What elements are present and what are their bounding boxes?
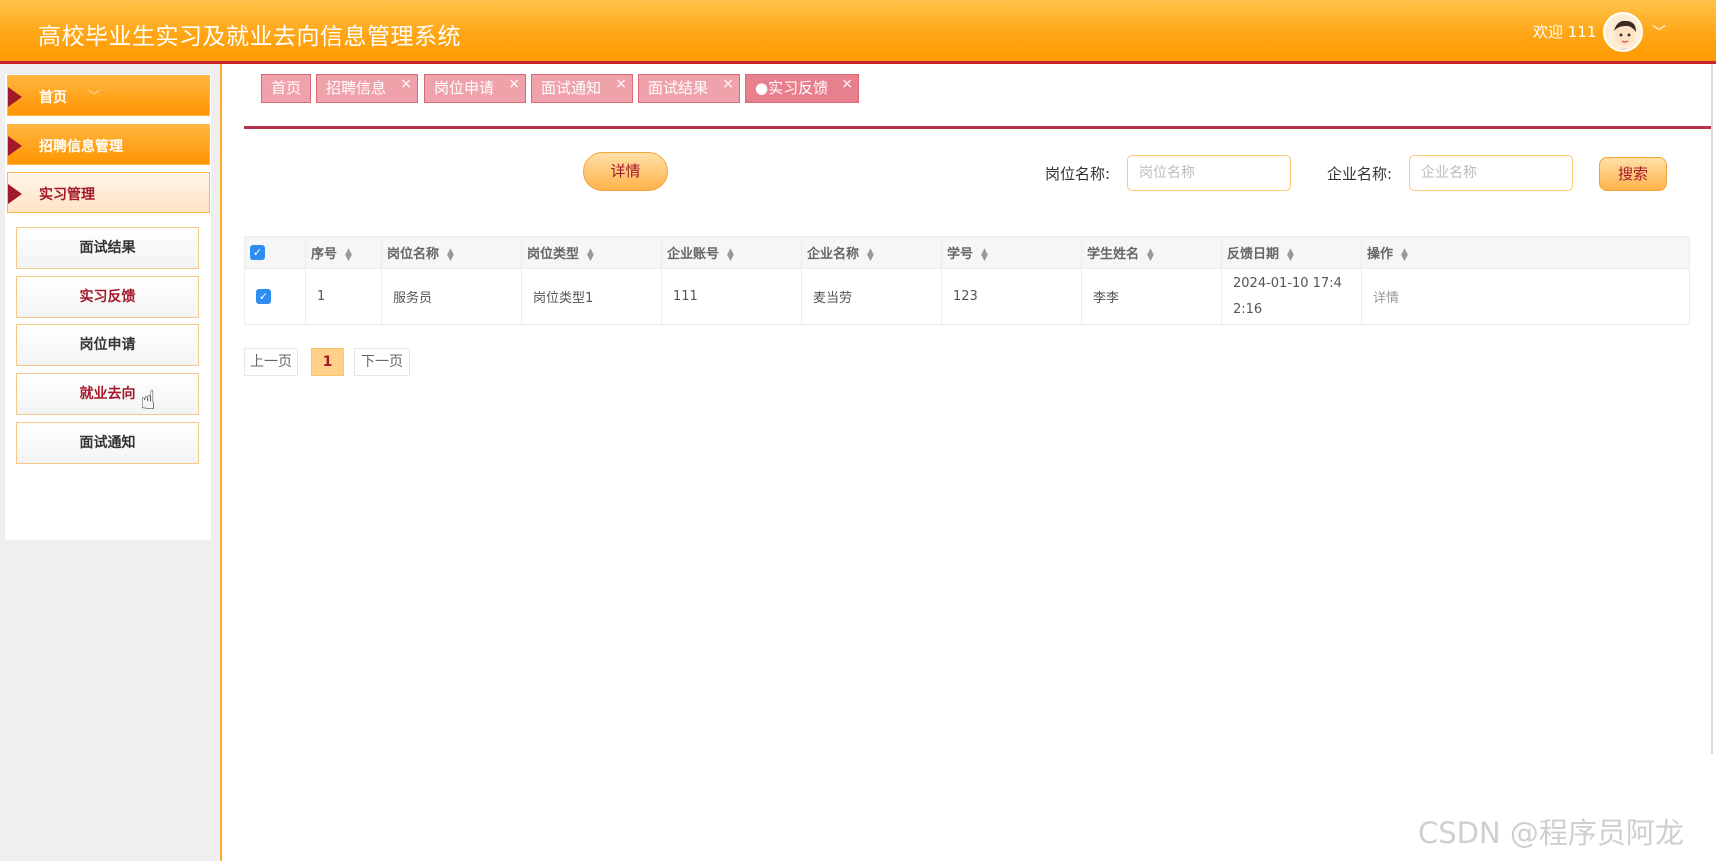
menu-label: 招聘信息管理 bbox=[39, 139, 123, 155]
sidebar-menu-home[interactable]: 首页 ﹀ bbox=[7, 75, 210, 116]
sidebar-item-internship-feedback[interactable]: 实习反馈 bbox=[16, 276, 199, 318]
checkbox-icon[interactable]: ✓ bbox=[250, 245, 265, 260]
cell-action: 详情 bbox=[1361, 268, 1690, 325]
tab-divider bbox=[244, 126, 1711, 129]
welcome-text: 欢迎 111 bbox=[1533, 23, 1597, 41]
menu-label: 首页 bbox=[39, 90, 67, 106]
close-icon[interactable]: × bbox=[722, 71, 734, 98]
company-name-label: 企业名称: bbox=[1327, 165, 1393, 183]
table-row[interactable]: ✓ 1 服务员 岗位类型1 111 麦当劳 123 李李 2024-01-10 … bbox=[244, 268, 1690, 325]
tab-label: 面试通知 bbox=[541, 79, 602, 97]
column-header[interactable]: 企业账号 ▲ ▼ bbox=[661, 236, 802, 269]
sidebar-menu-recruitment[interactable]: 招聘信息管理 bbox=[7, 124, 210, 165]
column-header[interactable]: 学号 ▲ ▼ bbox=[941, 236, 1082, 269]
tab-internship-feedback[interactable]: ●实习反馈 × bbox=[745, 74, 859, 103]
tab-label: 岗位申请 bbox=[434, 79, 495, 97]
checkbox-icon[interactable]: ✓ bbox=[256, 289, 271, 304]
next-page-button[interactable]: 下一页 bbox=[354, 348, 410, 376]
watermark: CSDN @程序员阿龙 bbox=[1418, 816, 1684, 850]
column-label: 企业名称 bbox=[807, 247, 860, 262]
sidebar-menu-internship[interactable]: 实习管理 bbox=[7, 172, 210, 213]
sort-icon[interactable]: ▲ ▼ bbox=[1287, 247, 1294, 262]
tab-label: ●实习反馈 bbox=[755, 79, 829, 97]
chevron-down-icon: ﹀ bbox=[88, 89, 101, 103]
detail-button[interactable]: 详情 bbox=[583, 152, 668, 191]
cell-student-id: 123 bbox=[941, 268, 1082, 325]
triangle-icon bbox=[8, 136, 22, 156]
column-header[interactable]: 企业名称 ▲ ▼ bbox=[801, 236, 942, 269]
tab-home[interactable]: 首页 bbox=[261, 74, 311, 103]
tab-label: 招聘信息 bbox=[326, 79, 387, 97]
row-select-cell[interactable]: ✓ bbox=[244, 268, 306, 325]
tab-job-application[interactable]: 岗位申请 × bbox=[424, 74, 526, 103]
column-header[interactable]: 反馈日期 ▲ ▼ bbox=[1221, 236, 1362, 269]
sort-icon[interactable]: ▲ ▼ bbox=[447, 247, 454, 262]
triangle-icon bbox=[8, 184, 22, 204]
sort-icon[interactable]: ▲ ▼ bbox=[345, 247, 352, 262]
page-number-button[interactable]: 1 bbox=[311, 348, 344, 376]
cell-company-account: 111 bbox=[661, 268, 802, 325]
row-detail-link[interactable]: 详情 bbox=[1373, 291, 1399, 306]
cell-company-name: 麦当劳 bbox=[801, 268, 942, 325]
column-label: 岗位名称 bbox=[387, 247, 440, 262]
column-label: 岗位类型 bbox=[527, 247, 580, 262]
company-name-input[interactable] bbox=[1409, 155, 1573, 191]
sidebar-item-interview-notice[interactable]: 面试通知 bbox=[16, 422, 199, 464]
search-button[interactable]: 搜索 bbox=[1599, 157, 1667, 191]
close-icon[interactable]: × bbox=[615, 71, 627, 98]
close-icon[interactable]: × bbox=[400, 71, 412, 98]
sort-icon[interactable]: ▲ ▼ bbox=[867, 247, 874, 262]
select-all-cell[interactable]: ✓ bbox=[244, 236, 306, 269]
sort-icon[interactable]: ▲ ▼ bbox=[1147, 247, 1154, 262]
tab-label: 面试结果 bbox=[648, 79, 709, 97]
column-header[interactable]: 操作 ▲ ▼ bbox=[1361, 236, 1690, 269]
column-header[interactable]: 学生姓名 ▲ ▼ bbox=[1081, 236, 1222, 269]
sidebar-item-interview-result[interactable]: 面试结果 bbox=[16, 227, 199, 269]
column-header[interactable]: 岗位类型 ▲ ▼ bbox=[521, 236, 662, 269]
sort-icon[interactable]: ▲ ▼ bbox=[727, 247, 734, 262]
column-header[interactable]: 岗位名称 ▲ ▼ bbox=[381, 236, 522, 269]
triangle-icon bbox=[8, 87, 22, 107]
cell-job-type: 岗位类型1 bbox=[521, 268, 662, 325]
tab-label: 首页 bbox=[271, 79, 302, 97]
column-label: 操作 bbox=[1367, 247, 1394, 262]
column-label: 反馈日期 bbox=[1227, 247, 1280, 262]
tab-interview-notice[interactable]: 面试通知 × bbox=[531, 74, 633, 103]
job-name-label: 岗位名称: bbox=[1045, 165, 1111, 183]
sort-icon[interactable]: ▲ ▼ bbox=[1401, 247, 1408, 262]
feedback-table: ✓ 序号 ▲ ▼ 岗位名称 ▲ ▼ 岗位类型 ▲ ▼ 企业账号 ▲ ▼ 企业名称 ▲ ▼ 学号 ▲ ▼ … bbox=[244, 236, 1690, 325]
tab-interview-result[interactable]: 面试结果 × bbox=[638, 74, 740, 103]
app-title: 高校毕业生实习及就业去向信息管理系统 bbox=[38, 24, 461, 50]
sort-icon[interactable]: ▲ ▼ bbox=[587, 247, 594, 262]
column-label: 学生姓名 bbox=[1087, 247, 1140, 262]
user-avatar-icon[interactable] bbox=[1603, 12, 1643, 52]
tab-recruitment-info[interactable]: 招聘信息 × bbox=[316, 74, 418, 103]
user-menu-chevron-icon[interactable]: ﹀ bbox=[1652, 22, 1666, 42]
table-header-row: ✓ 序号 ▲ ▼ 岗位名称 ▲ ▼ 岗位类型 ▲ ▼ 企业账号 ▲ ▼ 企业名称 ▲ ▼ 学号 ▲ ▼ … bbox=[244, 236, 1690, 269]
column-label: 企业账号 bbox=[667, 247, 720, 262]
sidebar-item-job-application[interactable]: 岗位申请 bbox=[16, 324, 199, 366]
prev-page-button[interactable]: 上一页 bbox=[244, 348, 298, 376]
sidebar-item-employment-destination[interactable]: 就业去向 bbox=[16, 373, 199, 415]
menu-label: 实习管理 bbox=[39, 187, 95, 203]
cell-job-name: 服务员 bbox=[381, 268, 522, 325]
column-header[interactable]: 序号 ▲ ▼ bbox=[305, 236, 382, 269]
column-label: 序号 bbox=[311, 247, 338, 262]
top-header: 高校毕业生实习及就业去向信息管理系统 欢迎 111 ﹀ bbox=[0, 0, 1716, 64]
column-label: 学号 bbox=[947, 247, 974, 262]
job-name-input[interactable] bbox=[1127, 155, 1291, 191]
close-icon[interactable]: × bbox=[841, 71, 853, 98]
cell-feedback-date: 2024-01-10 17:42:16 bbox=[1221, 268, 1362, 325]
cell-student-name: 李李 bbox=[1081, 268, 1222, 325]
close-icon[interactable]: × bbox=[508, 71, 520, 98]
sort-icon[interactable]: ▲ ▼ bbox=[981, 247, 988, 262]
page-scrollbar[interactable] bbox=[1711, 64, 1713, 754]
cell-index: 1 bbox=[305, 268, 382, 325]
hand-cursor-icon: ☝ bbox=[140, 386, 156, 416]
